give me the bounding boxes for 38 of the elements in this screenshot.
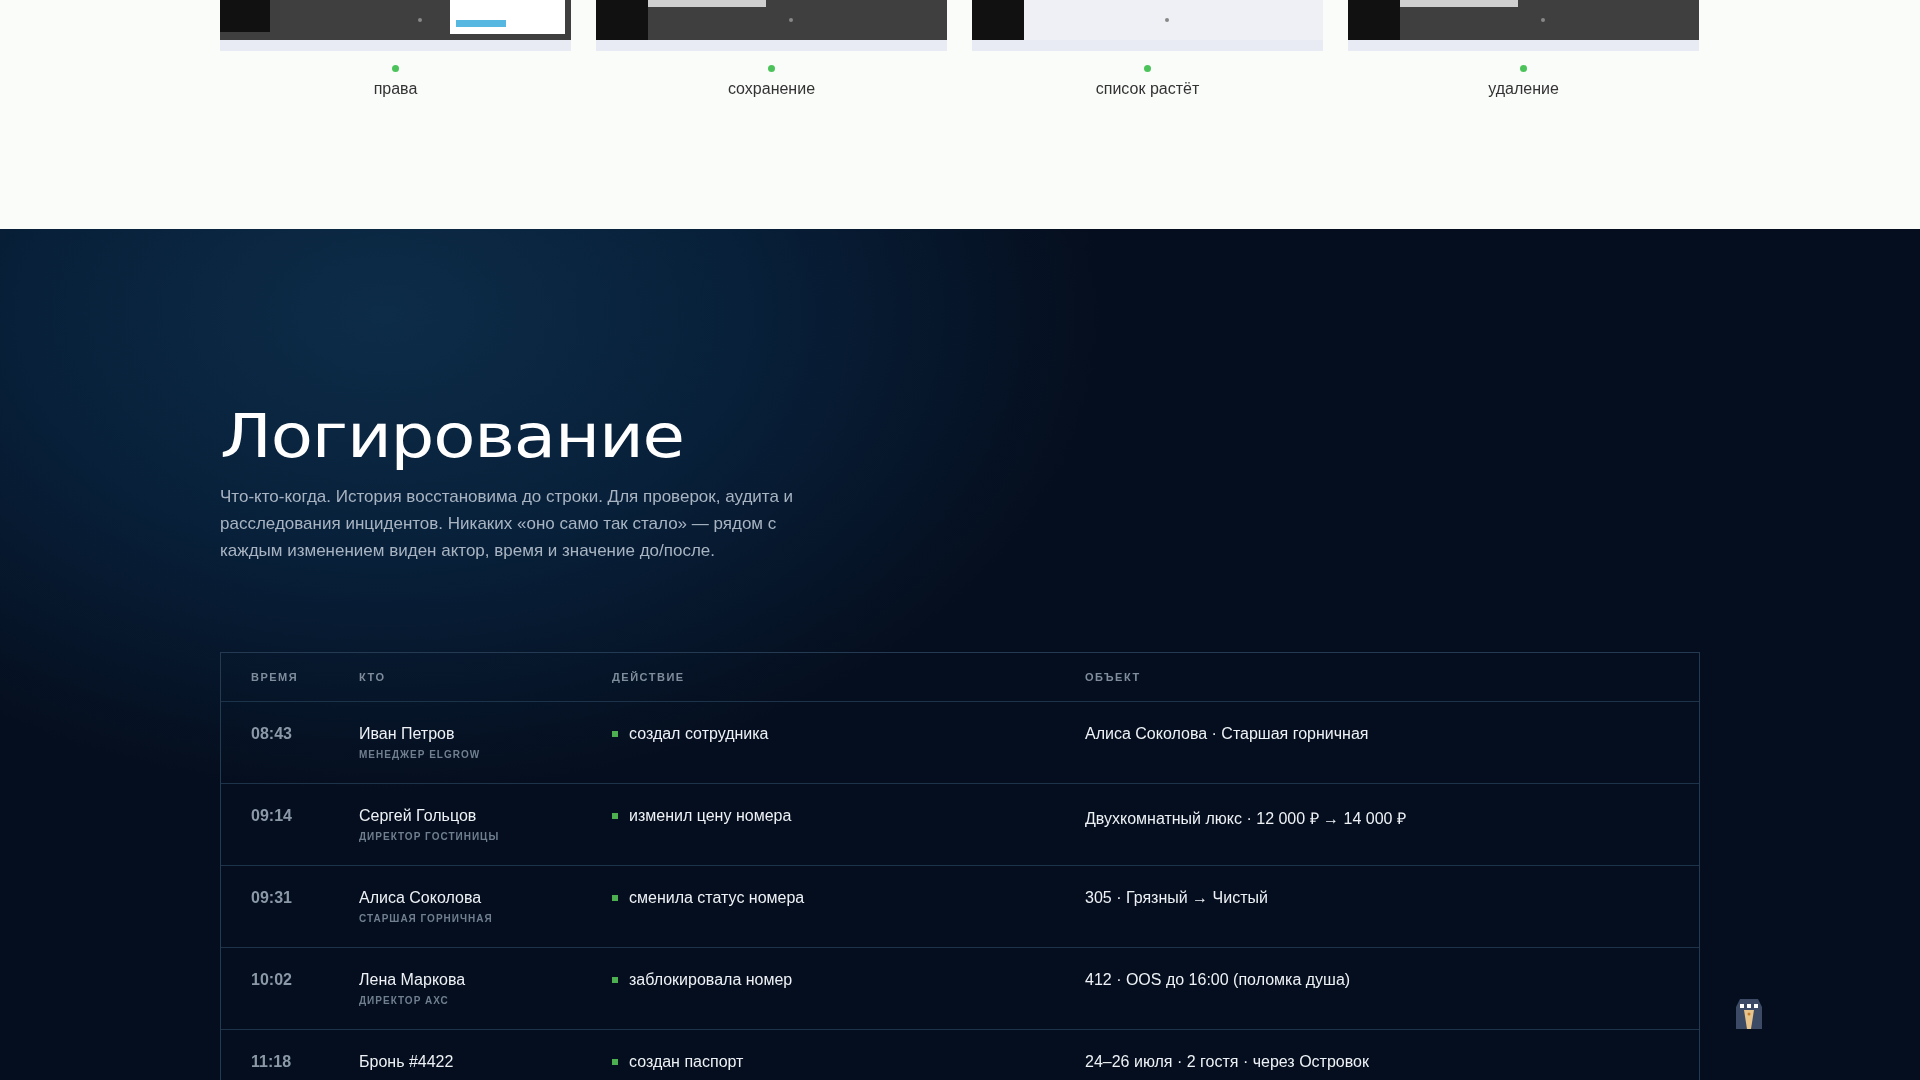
caption: права: [373, 80, 418, 98]
actor-role: ДИРЕКТОР АХС: [359, 995, 450, 1006]
actor-name: Сергей Гольцов: [359, 807, 478, 825]
status-dot: [1520, 65, 1527, 72]
action-cell: создал сотрудника: [629, 725, 769, 743]
object-cell-text: Двухкомнатный люкс · 12 000 ₽ → 14 000 ₽: [1085, 809, 1407, 829]
column-header: ВРЕМЯ: [251, 671, 300, 683]
time-cell-text: 10:02: [251, 971, 293, 989]
time-cell-text: 08:43: [251, 725, 293, 743]
action-cell: заблокировала номер: [629, 971, 793, 989]
status-dot: [1144, 65, 1151, 72]
caption: сохранение: [727, 80, 816, 98]
status-dot: [768, 65, 775, 72]
object-cell-text: 24–26 июля · 2 гостя · через Островок: [1085, 1053, 1370, 1071]
object-cell-text: 305 · Грязный → Чистый: [1085, 889, 1269, 907]
actor-name: Алиса Соколова: [359, 889, 483, 907]
time-cell-text: 09:14: [251, 807, 293, 825]
actor-role: МЕНЕДЖЕР ELGROW: [359, 749, 482, 760]
time-cell-text: 09:31: [251, 889, 293, 907]
caption: список растёт: [1095, 80, 1200, 98]
column-header: КТО: [359, 671, 387, 683]
object-cell-text: 412 · OOS до 16:00 (поломка душа): [1085, 971, 1352, 989]
object-cell-text: Алиса Соколова · Старшая горничная: [1085, 725, 1370, 743]
caption: удаление: [1488, 80, 1559, 98]
column-header: ОБЪЕКТ: [1085, 671, 1142, 683]
time-cell-text: 11:18: [251, 1053, 293, 1071]
action-cell: создан паспорт: [629, 1053, 744, 1071]
status-dot: [392, 65, 399, 72]
actor-name: Лена Маркова: [359, 971, 467, 989]
actor-role: СТАРШАЯ ГОРНИЧНАЯ: [359, 913, 494, 924]
actor-name: Бронь #4422: [359, 1053, 455, 1071]
section-title: Логирование: [220, 401, 684, 471]
action-cell: сменила статус номера: [629, 889, 805, 907]
column-header: ДЕЙСТВИЕ: [612, 671, 686, 683]
actor-name: Иван Петров: [359, 725, 456, 743]
section-description: Что-кто-когда. История восстановима до строки. Для проверок, аудита и расследования инцидентов. Никаких «оно само так стало» — рядом с каждым изменением виден актор, время и значение до/после.: [220, 486, 795, 562]
action-cell: изменил цену номера: [629, 807, 792, 825]
actor-role: ДИРЕКТОР ГОСТИНИЦЫ: [359, 831, 501, 842]
